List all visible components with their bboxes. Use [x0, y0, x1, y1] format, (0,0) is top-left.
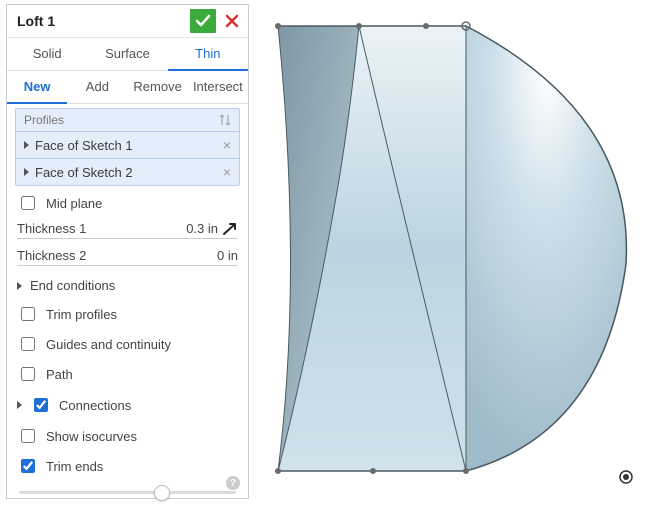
thickness-2-value[interactable]: 0 in [217, 248, 238, 263]
end-conditions-row[interactable]: End conditions [7, 272, 248, 299]
option-path[interactable]: Path [7, 359, 248, 389]
boolean-tabs: New Add Remove Intersect [7, 71, 248, 104]
option-label: Trim ends [46, 459, 103, 474]
option-show-isocurves[interactable]: Show isocurves [7, 421, 248, 451]
option-mid-plane[interactable]: Mid plane [7, 188, 248, 218]
subtab-new[interactable]: New [7, 71, 67, 104]
tab-thin[interactable]: Thin [168, 38, 248, 71]
subtab-remove[interactable]: Remove [128, 71, 188, 103]
opacity-slider: ? [7, 481, 248, 498]
flip-direction-icon[interactable] [222, 222, 238, 236]
thickness-1-row: Thickness 1 0.3 in [7, 218, 248, 236]
option-label: End conditions [30, 278, 115, 293]
tab-surface[interactable]: Surface [87, 38, 167, 70]
thickness-2-row: Thickness 2 0 in [7, 245, 248, 263]
chevron-right-icon [17, 282, 22, 290]
show-isocurves-checkbox[interactable] [21, 429, 35, 443]
subtab-add[interactable]: Add [67, 71, 127, 103]
thickness-2-label: Thickness 2 [17, 248, 86, 263]
chevron-right-icon [17, 401, 22, 409]
profiles-header[interactable]: Profiles [15, 108, 240, 132]
feature-panel: Loft 1 Solid Surface Thin New Add Remove… [6, 4, 249, 499]
option-label: Path [46, 367, 73, 382]
profile-item-label: Face of Sketch 2 [35, 165, 133, 180]
path-checkbox[interactable] [21, 367, 35, 381]
feature-title: Loft 1 [17, 13, 55, 29]
trim-ends-checkbox[interactable] [21, 459, 35, 473]
option-trim-ends[interactable]: Trim ends [7, 451, 248, 481]
3d-viewport[interactable] [249, 0, 652, 510]
cancel-button[interactable] [222, 9, 242, 33]
option-label: Show isocurves [46, 429, 137, 444]
profile-item-label: Face of Sketch 1 [35, 138, 133, 153]
close-icon [225, 14, 239, 28]
option-trim-profiles[interactable]: Trim profiles [7, 299, 248, 329]
profile-item-1[interactable]: Face of Sketch 2 × [15, 159, 240, 186]
profile-item-0[interactable]: Face of Sketch 1 × [15, 132, 240, 159]
thickness-1-value[interactable]: 0.3 in [186, 221, 218, 236]
reorder-icon [219, 113, 231, 127]
option-guides[interactable]: Guides and continuity [7, 329, 248, 359]
panel-header: Loft 1 [7, 5, 248, 38]
trim-profiles-checkbox[interactable] [21, 307, 35, 321]
loft-preview-shape [263, 14, 643, 494]
mid-plane-checkbox[interactable] [21, 196, 35, 210]
option-label: Guides and continuity [46, 337, 171, 352]
tab-solid[interactable]: Solid [7, 38, 87, 70]
type-tabs: Solid Surface Thin [7, 38, 248, 71]
remove-profile-button[interactable]: × [223, 164, 231, 180]
chevron-right-icon [24, 168, 29, 176]
chevron-right-icon [24, 141, 29, 149]
option-label: Mid plane [46, 196, 102, 211]
connections-row[interactable]: Connections [7, 389, 248, 421]
help-button[interactable]: ? [226, 476, 240, 490]
profiles-label: Profiles [24, 113, 64, 127]
check-icon [195, 14, 211, 28]
connections-checkbox[interactable] [34, 398, 48, 412]
option-label: Connections [59, 398, 131, 413]
remove-profile-button[interactable]: × [223, 137, 231, 153]
slider-track[interactable] [19, 491, 236, 494]
guides-checkbox[interactable] [21, 337, 35, 351]
subtab-intersect[interactable]: Intersect [188, 71, 248, 103]
slider-thumb[interactable] [154, 485, 170, 501]
thickness-1-label: Thickness 1 [17, 221, 86, 236]
option-label: Trim profiles [46, 307, 117, 322]
confirm-button[interactable] [190, 9, 216, 33]
